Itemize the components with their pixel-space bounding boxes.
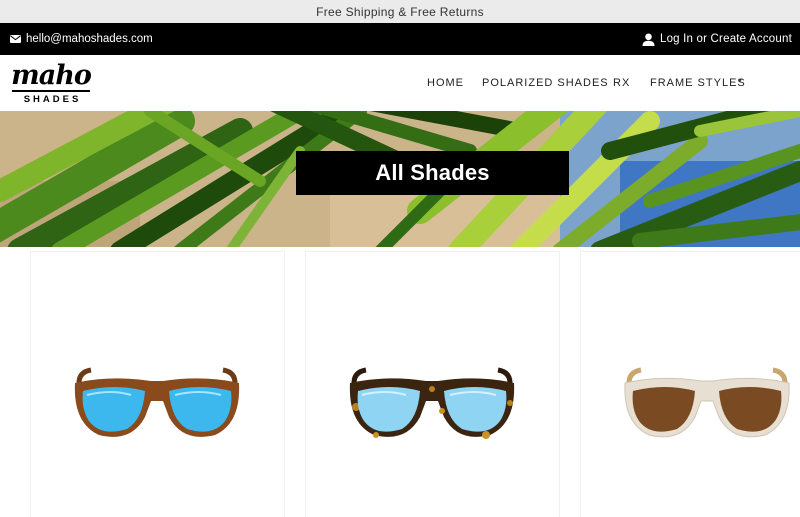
- email-text: hello@mahoshades.com: [26, 33, 153, 45]
- product-grid: [0, 247, 800, 517]
- envelope-icon: [10, 35, 21, 43]
- site-header: maho SHADES HOME POLARIZED SHADES RX FRA…: [0, 55, 800, 111]
- product-card[interactable]: [305, 251, 560, 517]
- user-icon: [642, 33, 655, 46]
- product-card[interactable]: [30, 251, 285, 517]
- hero-banner: All Shades: [0, 111, 800, 247]
- account-link[interactable]: Log In or Create Account: [642, 33, 792, 46]
- sunglasses-image: [74, 367, 240, 437]
- logo-word: maho: [11, 60, 92, 91]
- sunglasses-image: [349, 367, 515, 439]
- sunglasses-image: [624, 367, 790, 438]
- account-text: Log In or Create Account: [659, 33, 792, 45]
- top-bar: hello@mahoshades.com Log In or Create Ac…: [0, 23, 800, 55]
- nav-polarized-shades[interactable]: POLARIZED SHADES: [482, 77, 609, 89]
- logo[interactable]: maho SHADES: [10, 62, 92, 106]
- email-link[interactable]: hello@mahoshades.com: [10, 33, 153, 45]
- chevron-down-icon[interactable]: [738, 79, 742, 82]
- product-card[interactable]: [580, 251, 800, 517]
- announcement-bar: Free Shipping & Free Returns: [0, 0, 800, 23]
- logo-subtext: SHADES: [23, 94, 82, 105]
- nav-frame-styles[interactable]: FRAME STYLES: [650, 77, 746, 89]
- nav-rx[interactable]: RX: [613, 77, 630, 89]
- announcement-text: Free Shipping & Free Returns: [316, 4, 484, 19]
- page-title: All Shades: [296, 151, 569, 195]
- nav-home[interactable]: HOME: [427, 77, 464, 89]
